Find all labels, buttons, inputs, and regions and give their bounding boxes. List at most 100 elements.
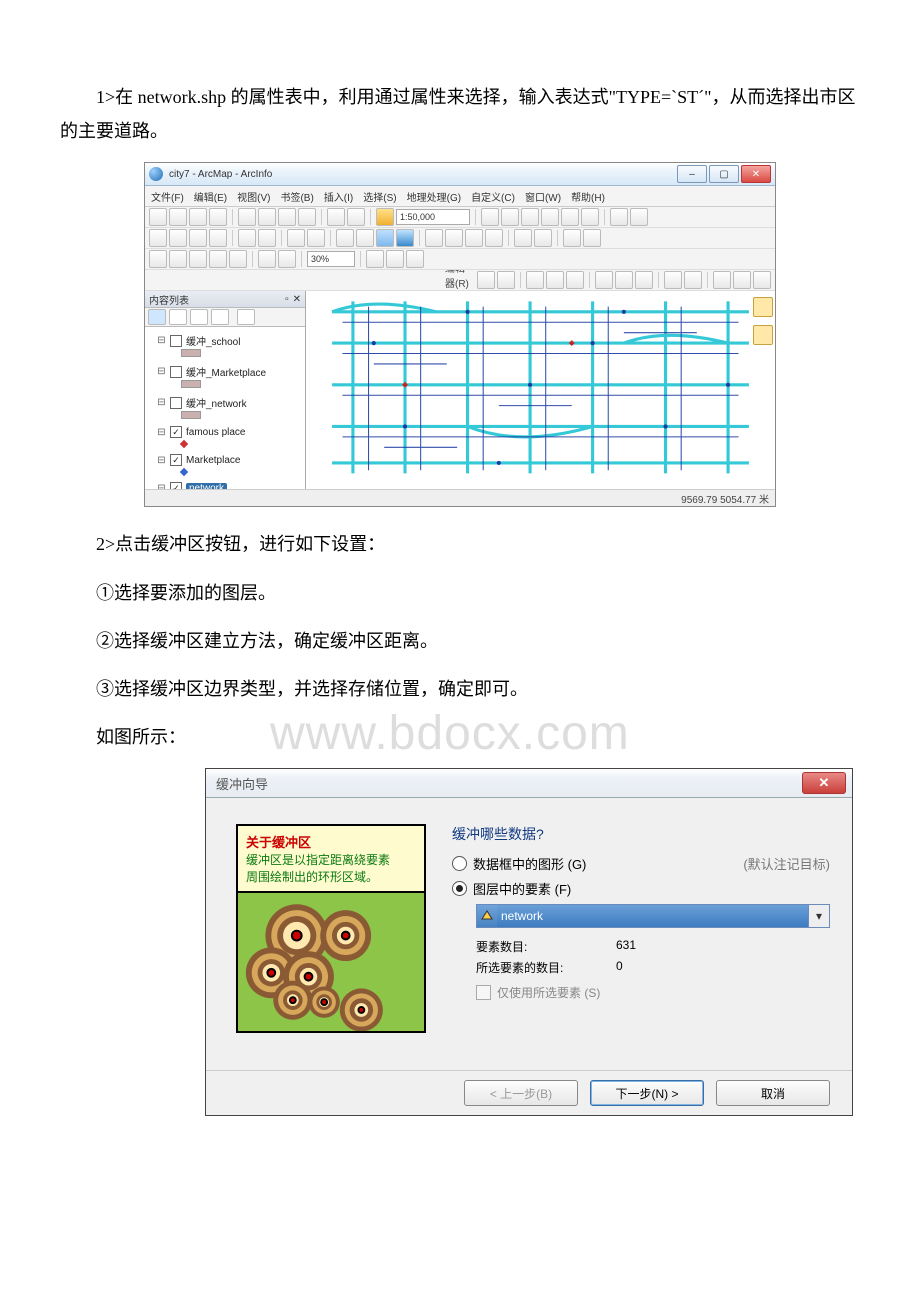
layer-combobox[interactable]: network ▾ (476, 904, 830, 928)
undo-icon[interactable] (327, 208, 345, 226)
fixed-zoom-in-icon[interactable] (238, 229, 256, 247)
georef4-icon[interactable] (209, 250, 227, 268)
georef6-icon[interactable] (258, 250, 276, 268)
georef5-icon[interactable] (229, 250, 247, 268)
map-view[interactable] (306, 291, 775, 489)
toc-pin-icon[interactable]: ▫ (285, 294, 289, 305)
layer-buffer-school[interactable]: ⊟缓冲_school (147, 331, 303, 350)
ed1-icon[interactable] (566, 271, 584, 289)
menu-selection[interactable]: 选择(S) (363, 189, 396, 204)
catalog-icon[interactable] (521, 208, 539, 226)
find-icon[interactable] (445, 229, 463, 247)
draw2-icon[interactable] (386, 250, 404, 268)
edit-tool-icon[interactable] (477, 271, 495, 289)
ed4-icon[interactable] (635, 271, 653, 289)
menu-insert[interactable]: 插入(I) (324, 189, 353, 204)
editor-toolbar-icon[interactable] (481, 208, 499, 226)
time-slider-icon[interactable] (485, 229, 503, 247)
toc-icon[interactable] (501, 208, 519, 226)
model-icon[interactable] (610, 208, 628, 226)
only-selected-checkbox[interactable] (476, 985, 491, 1000)
back-button[interactable]: < 上一步(B) (464, 1080, 578, 1106)
wizard-close-button[interactable]: ✕ (802, 772, 846, 794)
back-icon[interactable] (287, 229, 305, 247)
catalog-tab-icon[interactable] (753, 297, 773, 317)
fixed-zoom-out-icon[interactable] (258, 229, 276, 247)
draw3-icon[interactable] (406, 250, 424, 268)
new-icon[interactable] (149, 208, 167, 226)
layer-marketplace[interactable]: ⊟✓Marketplace (147, 452, 303, 468)
toolbox-icon[interactable] (561, 208, 579, 226)
minimize-button[interactable]: – (677, 165, 707, 183)
layer-network[interactable]: ⊟✓network (147, 480, 303, 489)
forward-icon[interactable] (307, 229, 325, 247)
clear-selection-icon[interactable] (356, 229, 374, 247)
full-extent-icon[interactable] (209, 229, 227, 247)
sketch-icon[interactable] (526, 271, 544, 289)
select-features-icon[interactable] (336, 229, 354, 247)
toc-tab-source-icon[interactable] (169, 309, 187, 325)
menu-window[interactable]: 窗口(W) (525, 189, 561, 204)
ed6-icon[interactable] (684, 271, 702, 289)
help-icon[interactable] (630, 208, 648, 226)
menu-bookmarks[interactable]: 书签(B) (280, 189, 313, 204)
hyperlink-icon[interactable] (514, 229, 532, 247)
toc-tab-selection-icon[interactable] (211, 309, 229, 325)
georef2-icon[interactable] (169, 250, 187, 268)
menu-edit[interactable]: 编辑(E) (194, 189, 227, 204)
tool-icon[interactable] (563, 229, 581, 247)
toc-tab-visibility-icon[interactable] (190, 309, 208, 325)
editor-dropdown[interactable]: 编辑器(R) ▾ (445, 270, 469, 291)
ed3-icon[interactable] (615, 271, 633, 289)
print-icon[interactable] (209, 208, 227, 226)
python-icon[interactable] (581, 208, 599, 226)
georef7-icon[interactable] (278, 250, 296, 268)
open-icon[interactable] (169, 208, 187, 226)
redo-icon[interactable] (347, 208, 365, 226)
georef3-icon[interactable] (189, 250, 207, 268)
menu-file[interactable]: 文件(F) (151, 189, 184, 204)
paste-icon[interactable] (278, 208, 296, 226)
ed2-icon[interactable] (595, 271, 613, 289)
toc-close-icon[interactable]: ✕ (293, 294, 301, 305)
zoom-percent[interactable]: 30% (307, 251, 355, 267)
toc-tab-options-icon[interactable] (237, 309, 255, 325)
delete-icon[interactable] (298, 208, 316, 226)
pan-icon[interactable] (189, 229, 207, 247)
edit-vertices-icon[interactable] (497, 271, 515, 289)
measure-icon[interactable] (425, 229, 443, 247)
menu-customize[interactable]: 自定义(C) (471, 189, 515, 204)
ed7-icon[interactable] (713, 271, 731, 289)
maximize-button[interactable]: ▢ (709, 165, 739, 183)
menu-geoprocessing[interactable]: 地理处理(G) (407, 189, 461, 204)
georef-icon[interactable] (149, 250, 167, 268)
trace-icon[interactable] (546, 271, 564, 289)
save-icon[interactable] (189, 208, 207, 226)
search-tab-icon[interactable] (753, 325, 773, 345)
scale-input[interactable]: 1:50,000 (396, 209, 470, 225)
zoom-out-icon[interactable] (169, 229, 187, 247)
close-button[interactable]: ✕ (741, 165, 771, 183)
draw-icon[interactable] (366, 250, 384, 268)
ed5-icon[interactable] (664, 271, 682, 289)
radio-frame-graphics[interactable] (452, 856, 467, 871)
toc-tab-drawing-icon[interactable] (148, 309, 166, 325)
menu-help[interactable]: 帮助(H) (571, 189, 605, 204)
zoom-in-icon[interactable] (149, 229, 167, 247)
tool2-icon[interactable] (583, 229, 601, 247)
add-data-icon[interactable] (376, 208, 394, 226)
layer-buffer-network[interactable]: ⊟缓冲_network (147, 393, 303, 412)
html-popup-icon[interactable] (534, 229, 552, 247)
ed9-icon[interactable] (753, 271, 771, 289)
layer-famous-place[interactable]: ⊟✓famous place (147, 424, 303, 440)
xy-icon[interactable] (465, 229, 483, 247)
select-elements-icon[interactable] (376, 229, 394, 247)
layer-buffer-marketplace[interactable]: ⊟缓冲_Marketplace (147, 362, 303, 381)
identify-icon[interactable] (396, 229, 414, 247)
menu-view[interactable]: 视图(V) (237, 189, 270, 204)
cut-icon[interactable] (238, 208, 256, 226)
cancel-button[interactable]: 取消 (716, 1080, 830, 1106)
search-icon[interactable] (541, 208, 559, 226)
chevron-down-icon[interactable]: ▾ (808, 905, 829, 927)
ed8-icon[interactable] (733, 271, 751, 289)
